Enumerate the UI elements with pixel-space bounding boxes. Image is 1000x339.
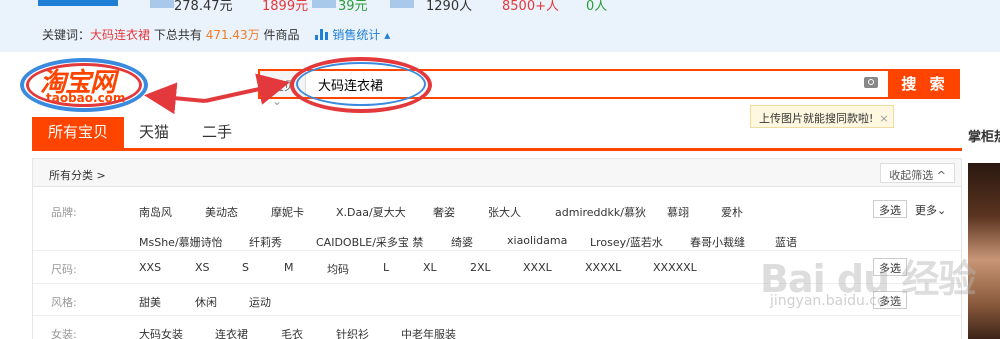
brand-option[interactable]: CAIDOBLE/采多宝 禁: [316, 234, 423, 250]
brand-option[interactable]: 美动态: [205, 204, 238, 220]
filter-label: 品牌:: [51, 206, 77, 219]
size-option[interactable]: XS: [195, 261, 210, 274]
multi-select-button[interactable]: 多选: [873, 200, 907, 218]
brand-option[interactable]: xiaolidama: [507, 234, 567, 247]
filter-header: 所有分类 > 收起筛选 ^: [33, 159, 961, 187]
brand-option[interactable]: 奢姿: [433, 204, 455, 220]
brand-option[interactable]: MsShe/慕姗诗怡: [139, 234, 223, 250]
size-option[interactable]: 2XL: [470, 261, 491, 274]
style-option[interactable]: 甜美: [139, 294, 161, 310]
arrow-to-logo: [144, 82, 206, 115]
category-option[interactable]: 中老年服装: [401, 326, 456, 339]
filter-label: 尺码:: [51, 263, 77, 276]
style-option[interactable]: 休闲: [195, 294, 217, 310]
size-option[interactable]: S: [242, 261, 249, 274]
more-label: 更多: [915, 204, 937, 217]
filter-label: 风格:: [51, 296, 77, 309]
size-option[interactable]: XXXL: [523, 261, 552, 274]
baidu-watermark-url: jingyan.baidu.com: [770, 293, 900, 309]
style-option[interactable]: 运动: [249, 294, 271, 310]
filter-row-brand: 品牌: 南岛风 美动态 摩妮卡 X.Daa/夏大大 奢姿 张大人 admired…: [33, 188, 961, 251]
search-tabs: 所有宝贝 天猫 二手: [32, 117, 962, 151]
brand-option[interactable]: 爱朴: [721, 204, 743, 220]
chevron-down-icon: ⌄: [937, 204, 947, 217]
brand-option[interactable]: 慕翊: [667, 204, 689, 220]
collapse-filters-button[interactable]: 收起筛选 ^: [880, 163, 955, 183]
category-option[interactable]: 连衣裙: [215, 326, 248, 339]
size-option[interactable]: XXXXXL: [653, 261, 697, 274]
brand-option[interactable]: 张大人: [488, 204, 521, 220]
filter-label: 女装:: [51, 328, 77, 339]
tab-tmall[interactable]: 天猫: [124, 117, 184, 148]
size-option[interactable]: XXXXL: [585, 261, 621, 274]
tab-all-items[interactable]: 所有宝贝: [32, 117, 124, 148]
category-option[interactable]: 毛衣: [281, 326, 303, 339]
size-option[interactable]: 均码: [327, 261, 349, 277]
brand-option[interactable]: Lrosey/蓝若水: [590, 234, 663, 250]
brand-option[interactable]: 摩妮卡: [271, 204, 304, 220]
brand-option[interactable]: admireddkk/慕狄: [555, 204, 646, 220]
brand-option[interactable]: 南岛风: [139, 204, 172, 220]
brand-option[interactable]: 春哥小裁缝: [690, 234, 745, 250]
tab-secondhand[interactable]: 二手: [190, 117, 244, 148]
size-option[interactable]: L: [383, 261, 389, 274]
size-option[interactable]: XXS: [139, 261, 161, 274]
brand-option[interactable]: 纤莉秀: [249, 234, 282, 250]
size-option[interactable]: XL: [423, 261, 437, 274]
brand-option[interactable]: 绮婆: [451, 234, 473, 250]
arrow-to-search: [204, 73, 290, 105]
more-brands-link[interactable]: 更多⌄: [915, 202, 946, 218]
filter-row-womens: 女装: 大码女装 连衣裙 毛衣 针织衫 中老年服装: [33, 317, 961, 339]
sidebar-title: 掌柜热卖: [968, 130, 1000, 145]
category-breadcrumb[interactable]: 所有分类 >: [49, 167, 106, 183]
category-option[interactable]: 针织衫: [336, 326, 369, 339]
category-option[interactable]: 大码女装: [139, 326, 183, 339]
size-option[interactable]: M: [284, 261, 294, 274]
brand-option[interactable]: X.Daa/夏大大: [336, 204, 406, 220]
